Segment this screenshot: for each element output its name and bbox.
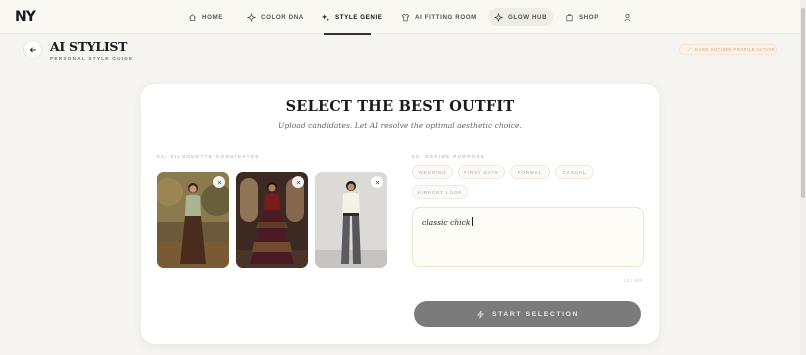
start-selection-label: START SELECTION bbox=[492, 310, 579, 318]
shopping-bag-icon bbox=[566, 13, 573, 21]
candidate-image-1[interactable] bbox=[157, 172, 229, 268]
card-subtitle: Upload candidates. Let AI resolve the op… bbox=[278, 121, 522, 130]
profile-status-text: DARK AUTUMN PROFILE ACTIVE bbox=[695, 47, 775, 52]
scrollbar-thumb[interactable] bbox=[801, 8, 805, 198]
purpose-textarea-value: classic chick bbox=[422, 218, 471, 227]
brand-logo[interactable]: NY bbox=[15, 9, 36, 25]
nav-item-label: SHOP bbox=[579, 13, 599, 21]
active-tab-indicator bbox=[324, 33, 371, 35]
purpose-chip-airport-look[interactable]: AIRPORT LOOK bbox=[412, 185, 468, 199]
arrow-left-icon bbox=[29, 46, 36, 53]
home-icon bbox=[189, 13, 196, 21]
candidate-image-3[interactable] bbox=[315, 172, 387, 268]
purpose-chip-first-date[interactable]: FIRST DATE bbox=[458, 165, 505, 179]
page-title: AI STYLIST bbox=[50, 39, 128, 54]
nav-item-shop[interactable]: SHOP bbox=[559, 8, 605, 26]
candidates-section-label: 01. SILHOUETTE CANDIDATES bbox=[157, 154, 260, 159]
top-navigation-bar: NY HOME COLOR DNA STYLE GENIE AI FITTING… bbox=[0, 0, 806, 35]
profile-status-badge: DARK AUTUMN PROFILE ACTIVE bbox=[679, 44, 777, 55]
nav-item-label: AI FITTING ROOM bbox=[415, 13, 477, 21]
nav-item-label: GLOW HUB bbox=[508, 13, 548, 21]
lightning-icon bbox=[477, 309, 484, 319]
purpose-textarea[interactable]: classic chick bbox=[412, 207, 644, 267]
nav-item-ai-fitting-room[interactable]: AI FITTING ROOM bbox=[395, 8, 483, 26]
nav-item-label: STYLE GENIE bbox=[335, 13, 383, 21]
text-caret bbox=[471, 217, 473, 226]
card-title: SELECT THE BEST OUTFIT bbox=[285, 98, 515, 115]
purpose-chip-casual[interactable]: CASUAL bbox=[555, 165, 594, 179]
glow-icon bbox=[494, 12, 503, 22]
nav-item-home[interactable]: HOME bbox=[182, 8, 229, 26]
page-subtitle: PERSONAL STYLE GUIDE bbox=[50, 56, 134, 61]
close-icon bbox=[375, 180, 379, 184]
remove-candidate-button[interactable] bbox=[213, 176, 225, 188]
nav-item-label: HOME bbox=[202, 13, 223, 21]
back-button[interactable] bbox=[23, 40, 42, 59]
start-selection-button[interactable]: START SELECTION bbox=[414, 301, 641, 327]
nav-item-glow-hub[interactable]: GLOW HUB bbox=[488, 8, 554, 26]
remove-candidate-button[interactable] bbox=[292, 176, 304, 188]
purpose-chip-formal[interactable]: FORMAL bbox=[510, 165, 550, 179]
purpose-chip-wedding[interactable]: WEDDING bbox=[412, 165, 453, 179]
user-icon bbox=[624, 13, 631, 21]
close-icon bbox=[296, 180, 300, 184]
wand-icon bbox=[687, 47, 692, 52]
candidate-image-2[interactable] bbox=[236, 172, 308, 268]
remove-candidate-button[interactable] bbox=[371, 176, 383, 188]
nav-item-style-genie[interactable]: STYLE GENIE bbox=[315, 8, 389, 26]
purpose-section-label: 02. DEFINE PURPOSE bbox=[412, 154, 486, 159]
character-count: 13 / 500 bbox=[623, 278, 643, 283]
close-icon bbox=[217, 180, 221, 184]
outfit-selection-card: SELECT THE BEST OUTFIT Upload candidates… bbox=[141, 84, 659, 344]
shirt-icon bbox=[401, 13, 410, 21]
sparkles-icon bbox=[321, 13, 330, 21]
nav-item-label: COLOR DNA bbox=[261, 13, 304, 21]
profile-button[interactable] bbox=[617, 8, 638, 26]
sparkle-icon bbox=[247, 12, 256, 22]
nav-item-color-dna[interactable]: COLOR DNA bbox=[241, 8, 310, 26]
